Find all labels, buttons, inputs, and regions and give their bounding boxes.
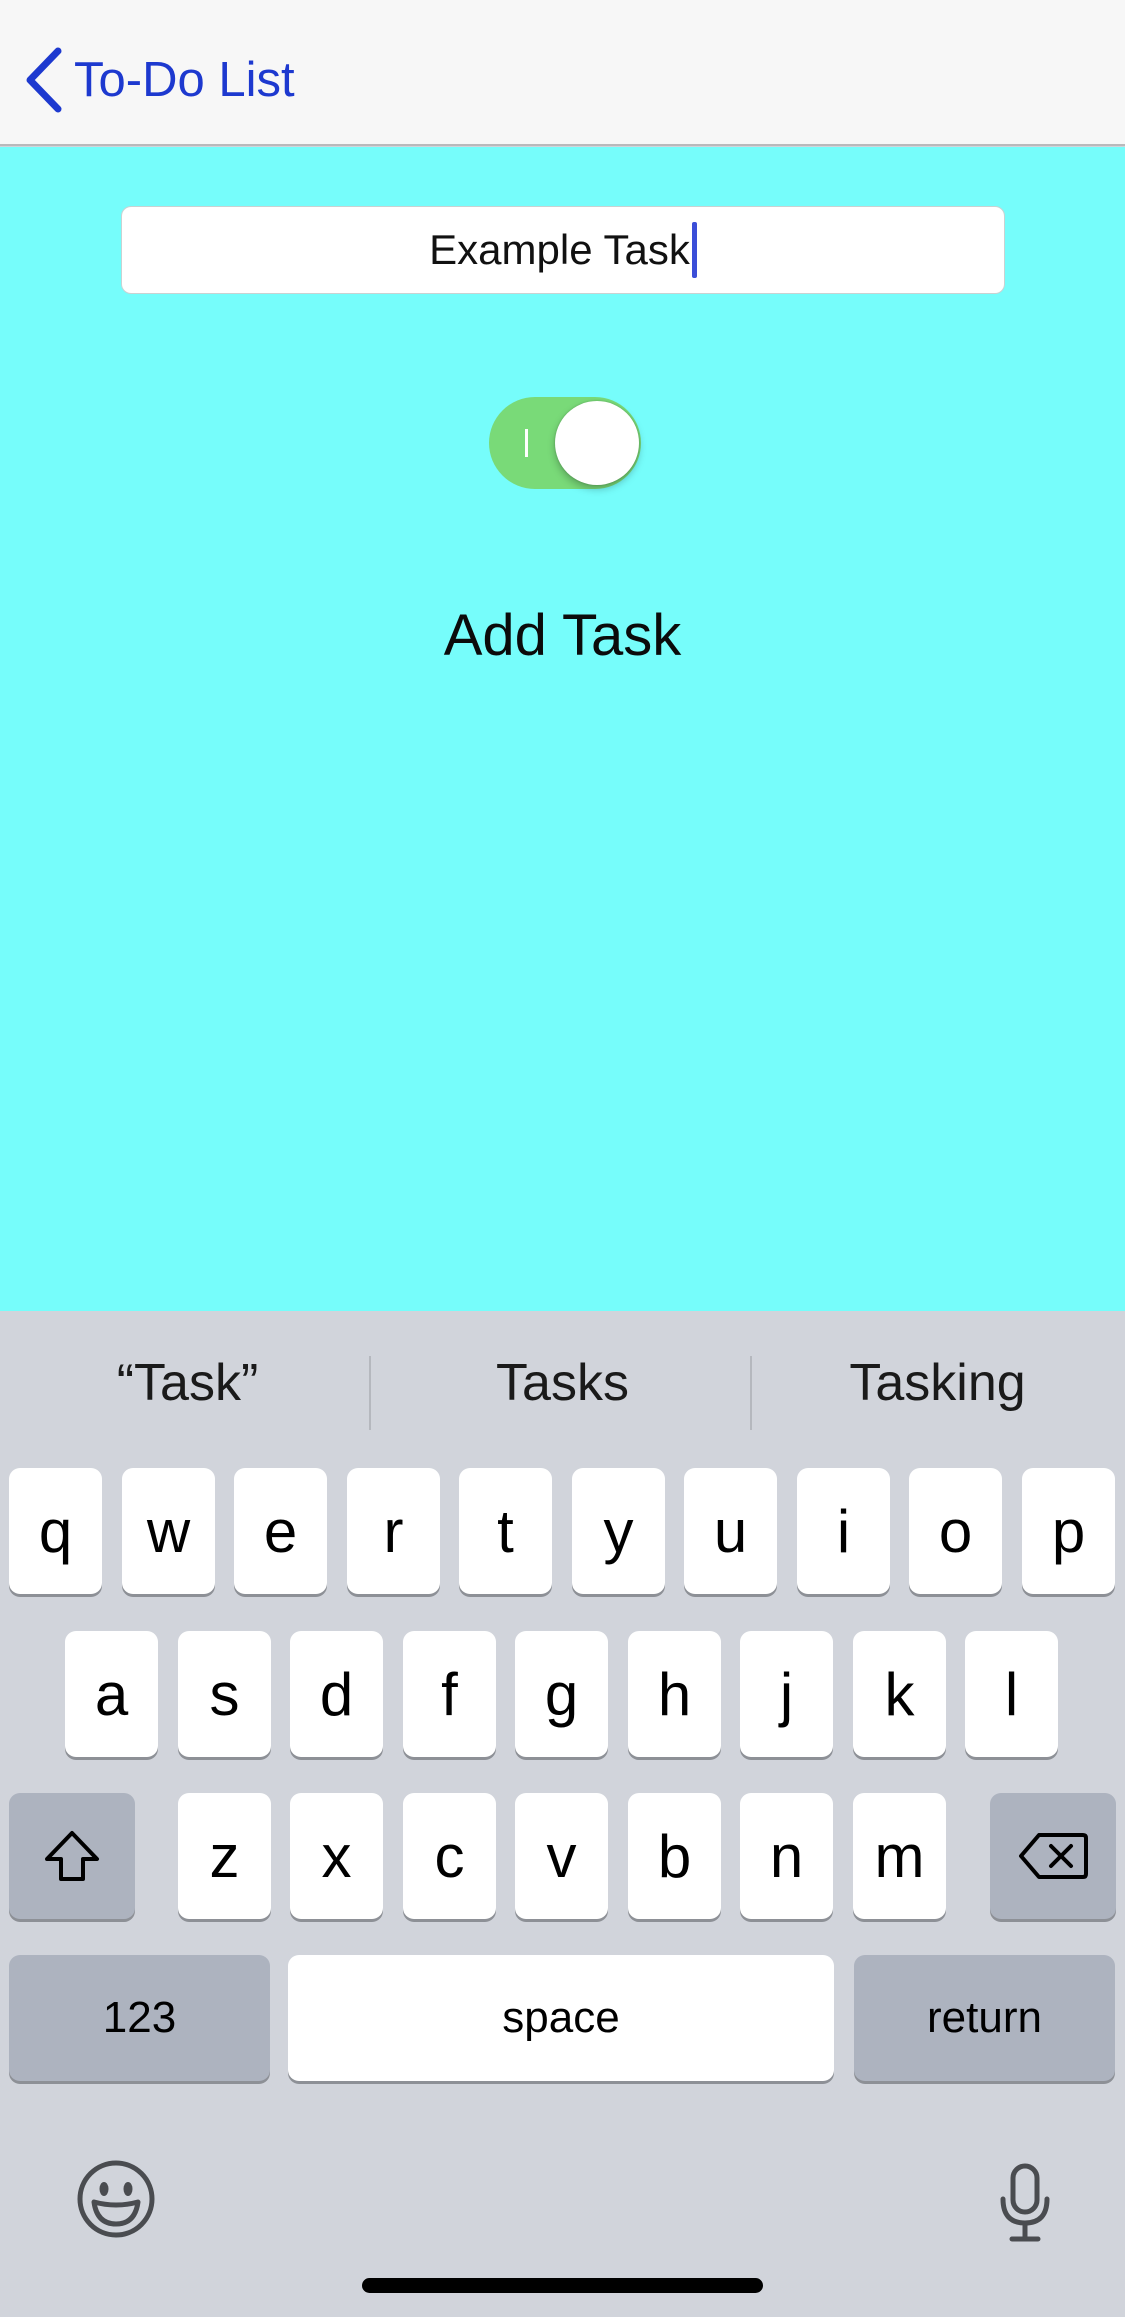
- toggle-knob: [555, 401, 639, 485]
- key-h[interactable]: h: [628, 1631, 721, 1757]
- shift-icon: [45, 1831, 99, 1881]
- space-key[interactable]: space: [288, 1955, 834, 2081]
- dictation-button[interactable]: [998, 2163, 1052, 2248]
- key-v[interactable]: v: [515, 1793, 608, 1919]
- emoji-icon: [77, 2160, 155, 2238]
- key-t[interactable]: t: [459, 1468, 552, 1594]
- chevron-left-icon: [26, 47, 62, 113]
- suggestion-1[interactable]: “Task”: [0, 1353, 375, 1413]
- key-m[interactable]: m: [853, 1793, 946, 1919]
- key-l[interactable]: l: [965, 1631, 1058, 1757]
- key-w[interactable]: w: [122, 1468, 215, 1594]
- back-button-label: To-Do List: [74, 53, 295, 107]
- emoji-button[interactable]: [75, 2158, 157, 2245]
- suggestion-divider: [369, 1356, 371, 1430]
- key-p[interactable]: p: [1022, 1468, 1115, 1594]
- navigation-bar: To-Do List: [0, 0, 1125, 146]
- delete-icon: [1019, 1833, 1088, 1879]
- home-indicator[interactable]: [362, 2278, 763, 2293]
- add-task-button[interactable]: Add Task: [0, 602, 1125, 669]
- key-d[interactable]: d: [290, 1631, 383, 1757]
- toggle-on-mark: [525, 429, 528, 457]
- key-q[interactable]: q: [9, 1468, 102, 1594]
- numbers-key[interactable]: 123: [9, 1955, 270, 2081]
- main-content: Example Task Add Task: [0, 147, 1125, 1311]
- key-s[interactable]: s: [178, 1631, 271, 1757]
- return-key[interactable]: return: [854, 1955, 1115, 2081]
- suggestion-3[interactable]: Tasking: [750, 1353, 1125, 1413]
- key-o[interactable]: o: [909, 1468, 1002, 1594]
- key-j[interactable]: j: [740, 1631, 833, 1757]
- suggestion-2[interactable]: Tasks: [375, 1353, 750, 1413]
- key-b[interactable]: b: [628, 1793, 721, 1919]
- key-i[interactable]: i: [797, 1468, 890, 1594]
- suggestion-bar: “Task” Tasks Tasking: [0, 1311, 1125, 1471]
- back-button[interactable]: To-Do List: [22, 40, 295, 120]
- shift-key[interactable]: [9, 1793, 135, 1919]
- delete-key[interactable]: [990, 1793, 1116, 1919]
- task-input[interactable]: Example Task: [121, 206, 1005, 294]
- key-k[interactable]: k: [853, 1631, 946, 1757]
- key-r[interactable]: r: [347, 1468, 440, 1594]
- key-a[interactable]: a: [65, 1631, 158, 1757]
- microphone-icon: [1000, 2163, 1050, 2242]
- key-x[interactable]: x: [290, 1793, 383, 1919]
- key-f[interactable]: f: [403, 1631, 496, 1757]
- key-c[interactable]: c: [403, 1793, 496, 1919]
- task-input-value: Example Task: [429, 226, 690, 273]
- text-caret: [691, 222, 697, 278]
- key-y[interactable]: y: [572, 1468, 665, 1594]
- key-u[interactable]: u: [684, 1468, 777, 1594]
- key-e[interactable]: e: [234, 1468, 327, 1594]
- task-toggle-switch[interactable]: [489, 397, 641, 489]
- key-z[interactable]: z: [178, 1793, 271, 1919]
- key-n[interactable]: n: [740, 1793, 833, 1919]
- key-g[interactable]: g: [515, 1631, 608, 1757]
